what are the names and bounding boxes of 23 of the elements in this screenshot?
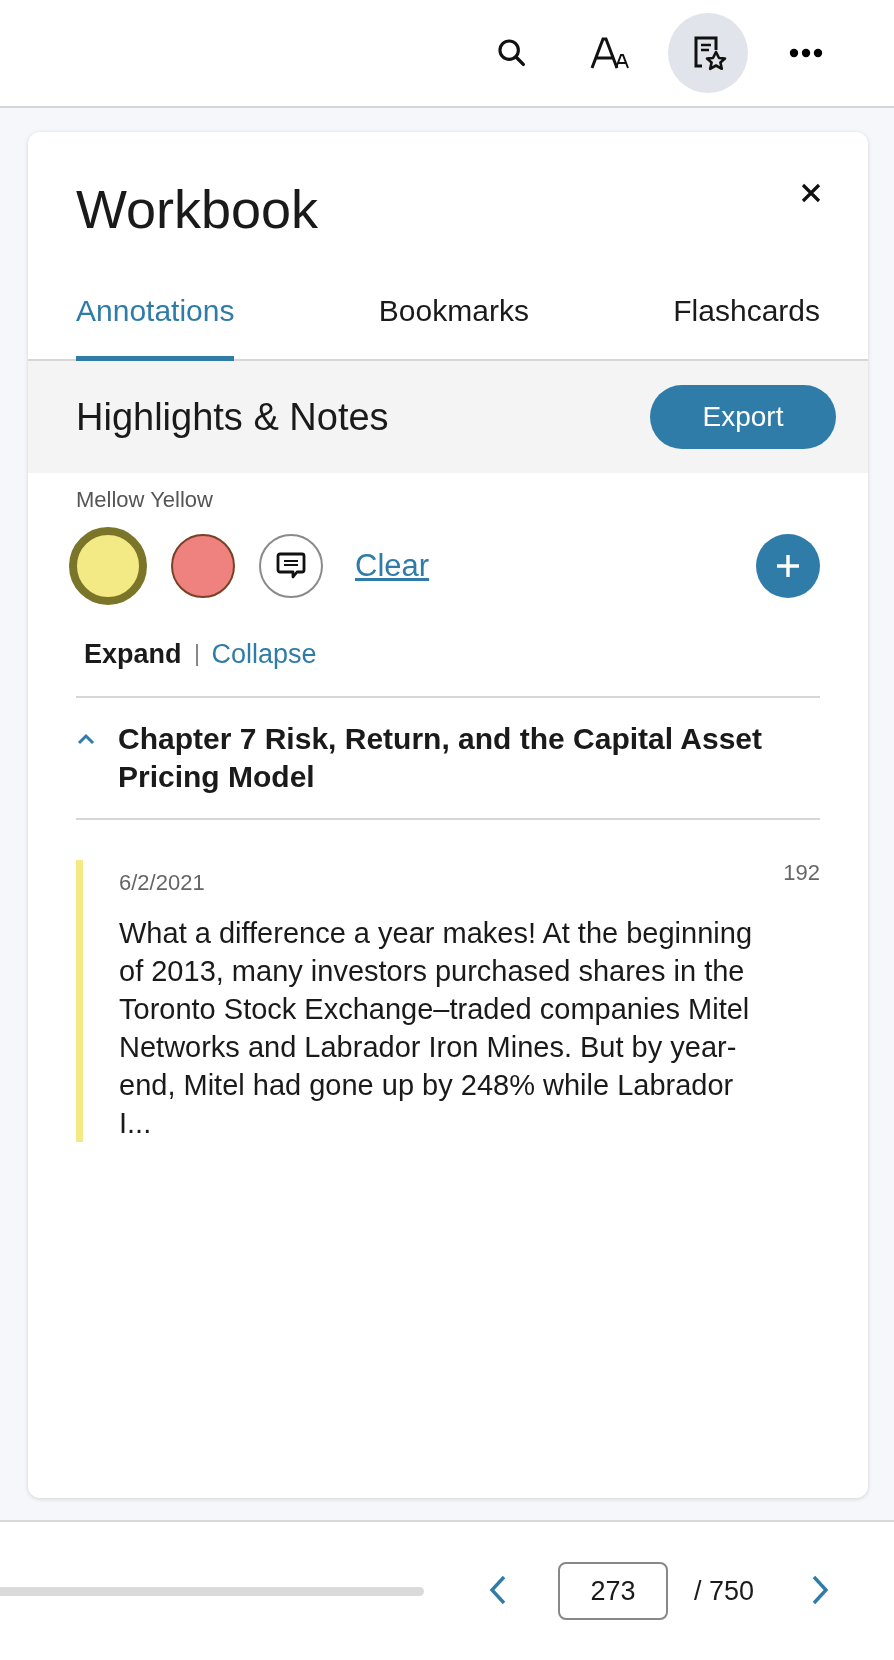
note-date: 6/2/2021 — [119, 870, 205, 896]
panel-title: Workbook — [76, 178, 319, 241]
chevron-icon[interactable] — [76, 732, 96, 746]
page-number: 192 — [783, 860, 820, 886]
speech-bubble-icon — [275, 551, 307, 581]
export-button[interactable]: Export — [650, 385, 836, 449]
expand-link[interactable]: Expand — [84, 639, 182, 670]
clear-link[interactable]: Clear — [355, 548, 430, 584]
page-field[interactable]: 273 — [557, 1562, 668, 1620]
color-swatch[interactable] — [171, 534, 235, 598]
tab[interactable]: Flashcards — [673, 290, 820, 361]
tab[interactable]: Bookmarks — [378, 290, 529, 361]
plus-icon — [774, 552, 802, 580]
progress-track[interactable] — [0, 1586, 424, 1596]
section-title: Highlights & Notes — [76, 395, 389, 439]
collapse-link[interactable]: Collapse — [211, 639, 317, 670]
highlight-text[interactable]: What a difference a year makes! At the beginning of 2013, many investors purchased shares in the Toronto Stock Exchange–traded companies Mitel Networks and Labrador Iron Mines. But by year-end, Mitel had gone up by 248% while Labrador I... — [119, 914, 820, 1142]
filter-label: Mellow Yellow — [76, 487, 214, 513]
more-icon — [789, 48, 823, 58]
close-icon — [800, 182, 822, 204]
page-total: / 750 — [693, 1575, 754, 1607]
chapter-title[interactable]: Chapter 7 Risk, Return, and the Capital Asset Pricing Model — [118, 720, 820, 796]
text-size-icon — [590, 36, 630, 70]
